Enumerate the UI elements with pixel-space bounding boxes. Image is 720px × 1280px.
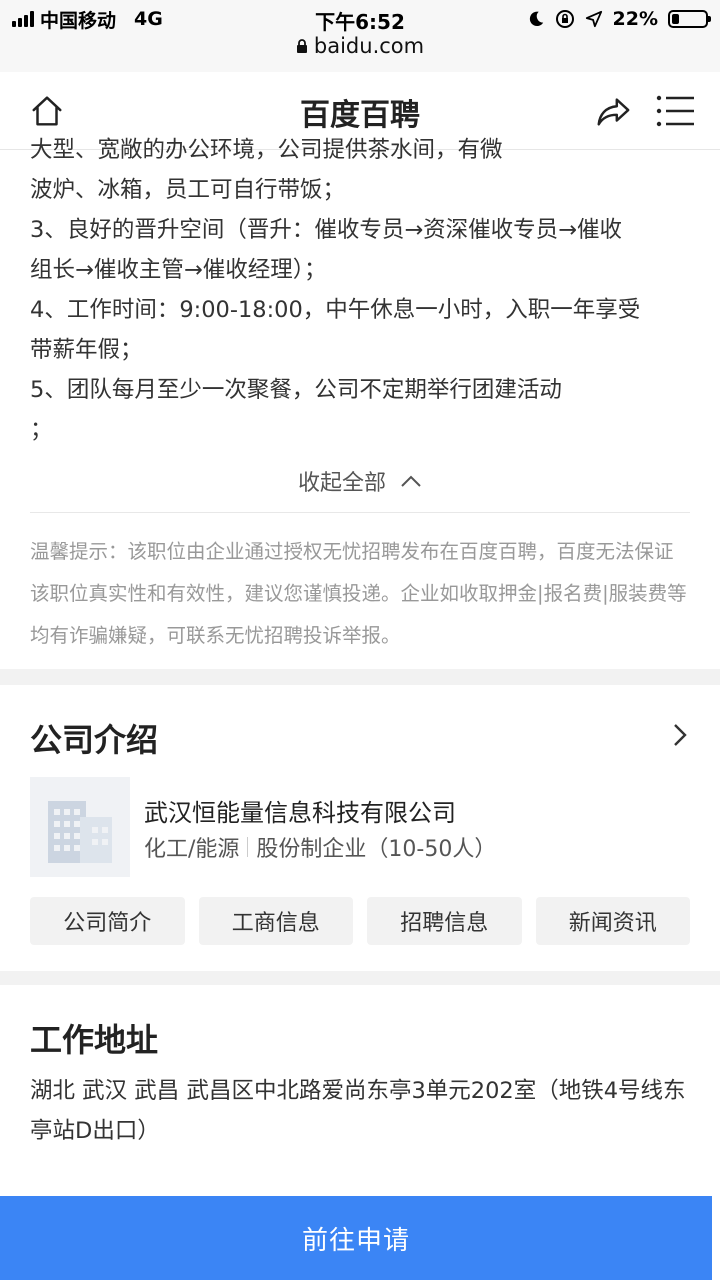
company-meta: 化工/能源 股份制企业（10-50人） <box>144 831 496 863</box>
company-industry: 化工/能源 <box>144 837 240 862</box>
company-building-icon <box>30 777 130 877</box>
company-intro-button[interactable]: 公司简介 <box>30 897 185 945</box>
description-line: 3、良好的晋升空间（晋升：催收专员→资深催收专员→催收 <box>30 217 623 243</box>
company-type-size: 股份制企业（10-50人） <box>256 837 497 862</box>
lock-icon <box>296 38 307 53</box>
address-section-title: 工作地址 <box>30 1021 159 1059</box>
url-text: baidu.com <box>313 34 425 58</box>
recruitment-info-button[interactable]: 招聘信息 <box>367 897 522 945</box>
business-info-button[interactable]: 工商信息 <box>198 897 353 945</box>
menu-icon[interactable] <box>656 94 696 128</box>
company-info: 武汉恒能量信息科技有限公司 化工/能源 股份制企业（10-50人） <box>130 777 496 877</box>
company-section: 公司介绍 武汉恒能量信息科技有限公司 化工/能源 股份制企业（10-50人） 公… <box>0 685 720 971</box>
moon-icon <box>529 11 543 27</box>
share-icon[interactable] <box>594 92 632 130</box>
description-line: 组长→催收主管→催收经理）； <box>30 257 327 283</box>
job-description: 大型、宽敞的办公环境，公司提供茶水间，有微 波炉、冰箱，员工可自行带饭； 3、良… <box>0 130 720 450</box>
section-gap <box>0 669 720 685</box>
description-line: 5、团队每月至少一次聚餐，公司不定期举行团建活动 <box>30 377 562 403</box>
page-content[interactable]: 大型、宽敞的办公环境，公司提供茶水间，有微 波炉、冰箱，员工可自行带饭； 3、良… <box>0 137 720 1151</box>
description-line: 大型、宽敞的办公环境，公司提供茶水间，有微 <box>30 137 503 163</box>
company-tabs: 公司简介 工商信息 招聘信息 新闻资讯 <box>30 897 690 971</box>
address-text: 湖北 武汉 武昌 武昌区中北路爱尚东亭3单元202室（地铁4号线东亭站D出口） <box>30 1078 686 1144</box>
address-section: 工作地址 湖北 武汉 武昌 武昌区中北路爱尚东亭3单元202室（地铁4号线东亭站… <box>0 985 720 1151</box>
rotation-lock-icon <box>555 10 574 28</box>
battery-icon <box>668 10 711 28</box>
description-line: 带薪年假； <box>30 337 143 363</box>
description-line: 波炉、冰箱，员工可自行带饭； <box>30 177 346 203</box>
chevron-up-icon <box>401 475 421 487</box>
location-arrow-icon <box>585 10 602 28</box>
company-name: 武汉恒能量信息科技有限公司 <box>144 799 456 827</box>
chevron-right-icon[interactable] <box>670 721 690 749</box>
description-line: ； <box>30 417 53 443</box>
status-bar: 中国移动 4G 下午6:52 22% baidu.com <box>0 0 720 72</box>
description-line: 4、工作时间：9:00-18:00，中午休息一小时，入职一年享受 <box>30 297 641 323</box>
company-card[interactable]: 武汉恒能量信息科技有限公司 化工/能源 股份制企业（10-50人） <box>30 777 690 877</box>
url-bar[interactable]: baidu.com <box>0 34 720 58</box>
collapse-all-button[interactable]: 收起全部 <box>0 450 720 512</box>
warm-tip: 温馨提示：该职位由企业通过授权无忧招聘发布在百度百聘，百度无法保证该职位真实性和… <box>30 540 687 647</box>
collapse-label: 收起全部 <box>297 471 386 496</box>
status-right: 22% <box>527 6 711 32</box>
company-section-title: 公司介绍 <box>30 721 159 759</box>
news-button[interactable]: 新闻资讯 <box>535 897 690 945</box>
section-gap <box>0 971 720 985</box>
meta-separator <box>247 837 249 857</box>
apply-button[interactable]: 前往申请 <box>0 1196 712 1280</box>
battery-percent: 22% <box>612 8 658 30</box>
